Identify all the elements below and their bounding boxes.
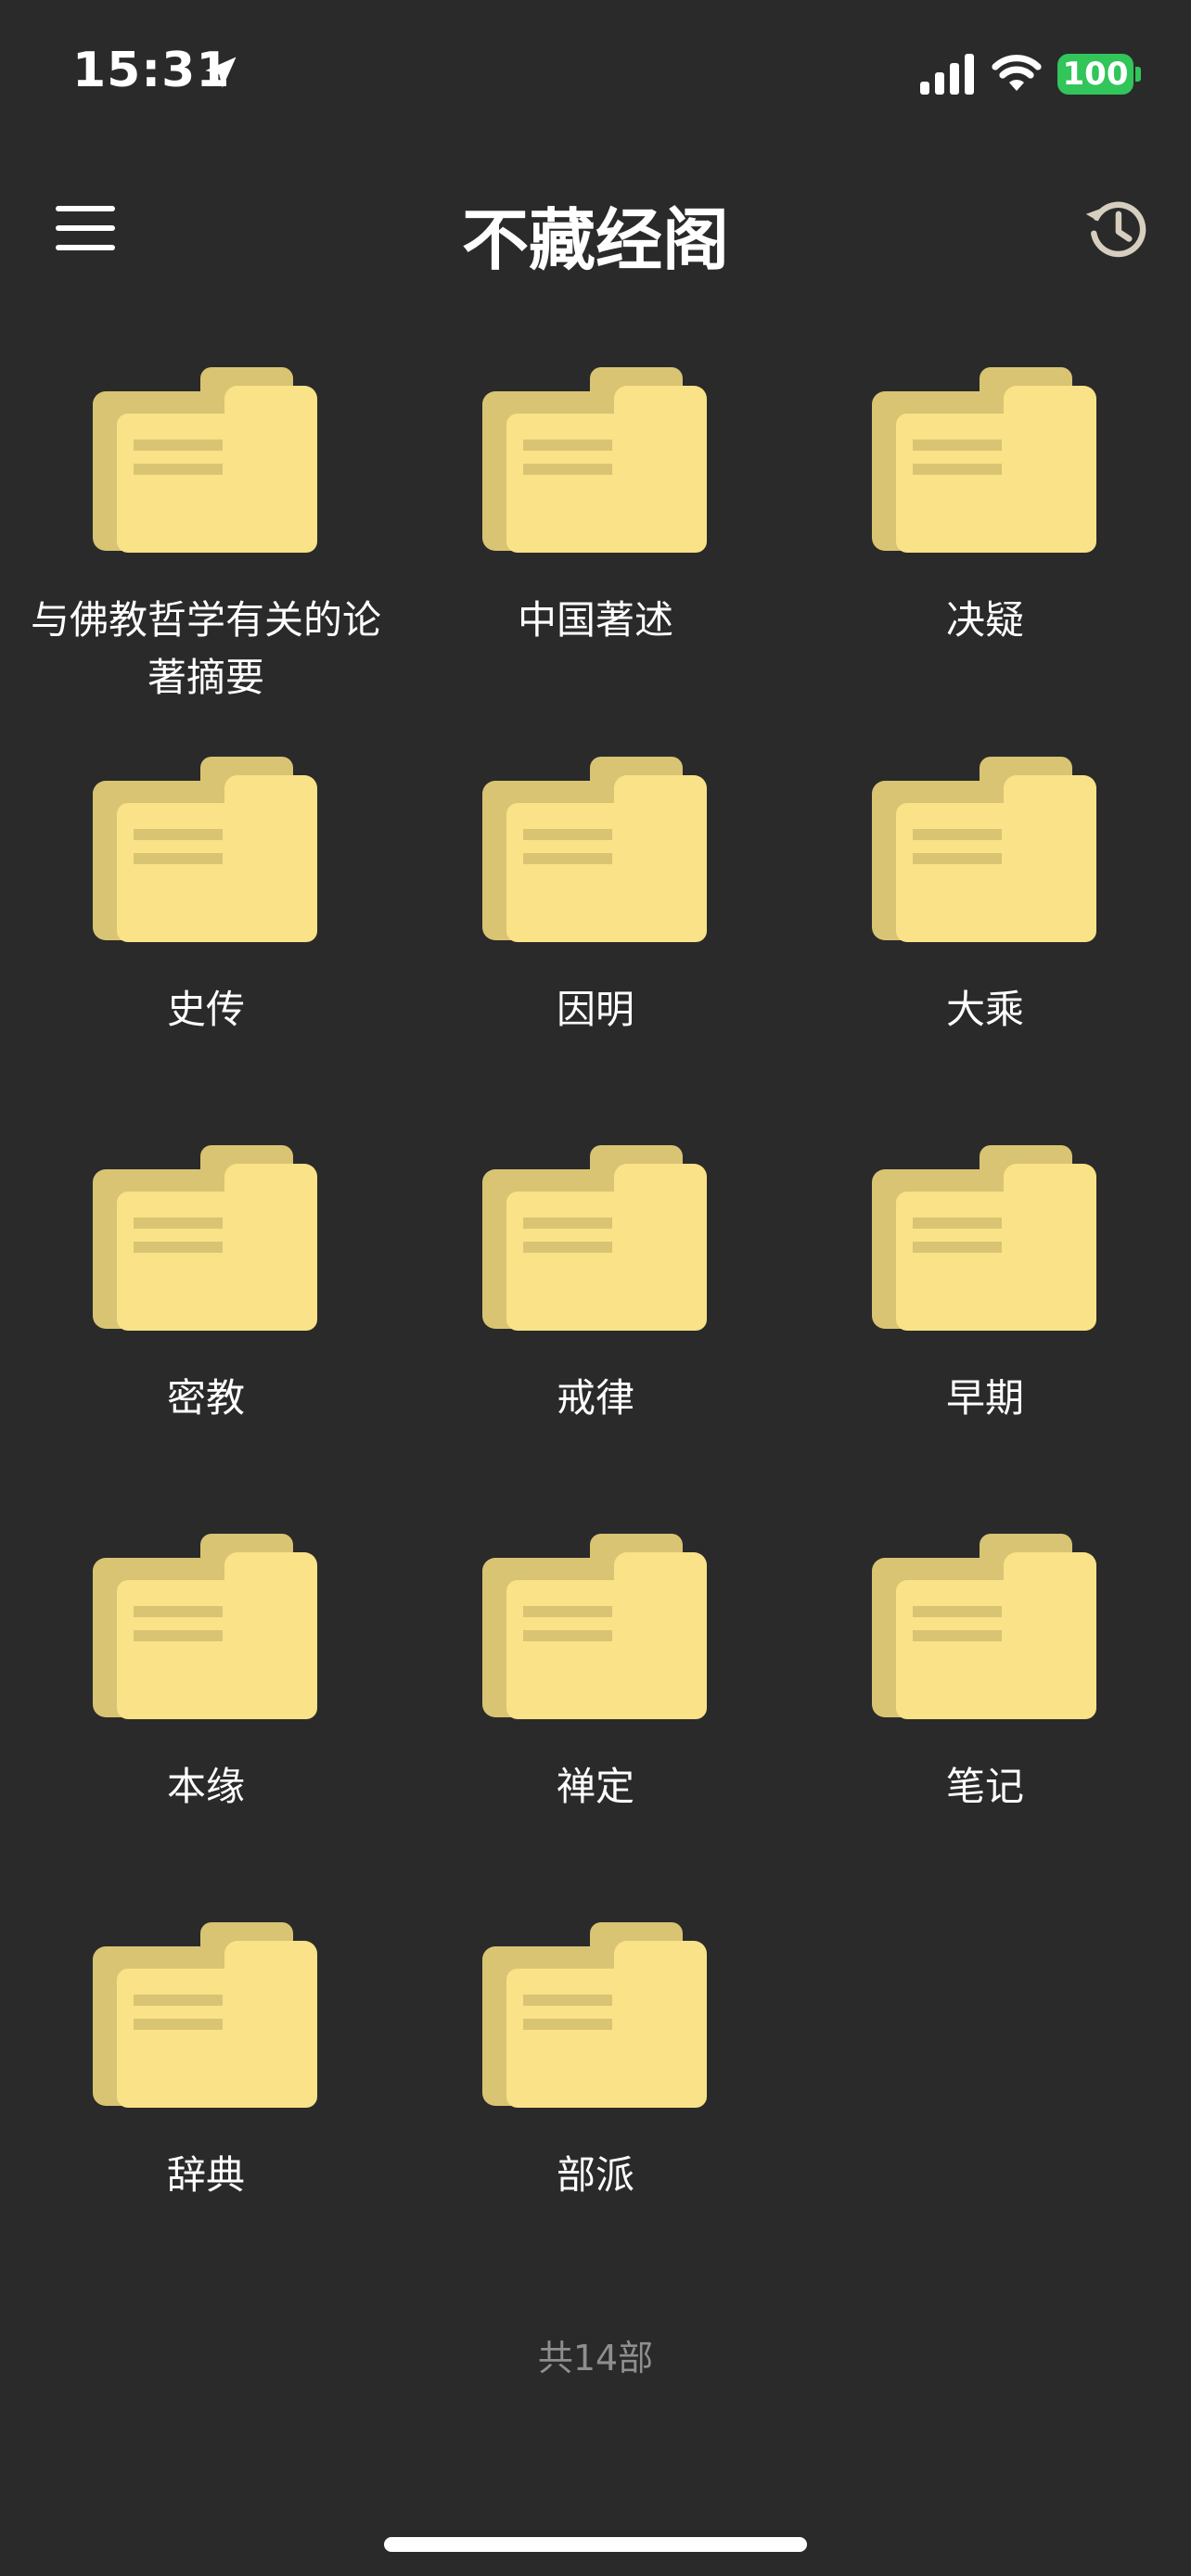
status-bar: 15:31 100 xyxy=(0,0,1191,139)
location-arrow-icon xyxy=(205,57,237,88)
folder-item[interactable]: 中国著述 xyxy=(401,365,790,649)
folder-icon xyxy=(93,367,317,553)
battery-level: 100 xyxy=(1062,56,1129,93)
folder-item[interactable]: 禅定 xyxy=(401,1532,790,1816)
folder-label: 早期 xyxy=(945,1375,1024,1421)
folder-icon xyxy=(482,1922,707,2108)
folder-icon xyxy=(93,1534,317,1719)
folder-icon xyxy=(93,1922,317,2108)
folder-item[interactable]: 因明 xyxy=(401,755,790,1039)
folder-label: 笔记 xyxy=(945,1764,1024,1809)
folder-item[interactable]: 辞典 xyxy=(11,1920,401,2204)
cellular-signal-icon xyxy=(920,54,974,95)
folder-item[interactable]: 与佛教哲学有关的论著摘要 xyxy=(11,365,401,707)
folder-label: 与佛教哲学有关的论著摘要 xyxy=(30,597,381,700)
folder-item[interactable]: 部派 xyxy=(401,1920,790,2204)
folder-count: 共14部 xyxy=(537,2338,654,2378)
folder-icon xyxy=(482,757,707,942)
folder-label: 大乘 xyxy=(945,987,1024,1032)
folder-item[interactable]: 大乘 xyxy=(790,755,1180,1039)
folder-item[interactable]: 密教 xyxy=(11,1143,401,1427)
folder-label: 决疑 xyxy=(945,597,1024,643)
battery-cap xyxy=(1135,67,1141,82)
folder-icon xyxy=(482,1534,707,1719)
home-indicator[interactable] xyxy=(384,2537,807,2552)
folder-icon xyxy=(93,1145,317,1331)
folder-label: 戒律 xyxy=(556,1375,634,1421)
page-title: 不藏经阁 xyxy=(461,200,729,279)
folder-item[interactable]: 决疑 xyxy=(790,365,1180,649)
folder-icon xyxy=(872,757,1096,942)
folder-label: 部派 xyxy=(556,2152,634,2198)
folder-label: 史传 xyxy=(166,987,245,1032)
folder-item[interactable]: 早期 xyxy=(790,1143,1180,1427)
folder-item[interactable]: 本缘 xyxy=(11,1532,401,1816)
battery-icon: 100 xyxy=(1057,54,1133,95)
history-clock-icon[interactable] xyxy=(1082,195,1152,265)
wifi-icon xyxy=(992,55,1042,91)
folder-label: 本缘 xyxy=(166,1764,245,1809)
folder-icon xyxy=(872,1534,1096,1719)
folder-icon xyxy=(482,367,707,553)
folder-icon xyxy=(872,1145,1096,1331)
folder-label: 辞典 xyxy=(166,2152,245,2198)
folder-item[interactable]: 笔记 xyxy=(790,1532,1180,1816)
folder-icon xyxy=(872,367,1096,553)
folder-icon xyxy=(93,757,317,942)
folder-item[interactable]: 戒律 xyxy=(401,1143,790,1427)
folder-icon xyxy=(482,1145,707,1331)
folder-label: 密教 xyxy=(166,1375,245,1421)
folder-item[interactable]: 史传 xyxy=(11,755,401,1039)
folder-label: 中国著述 xyxy=(517,597,673,643)
folder-label: 因明 xyxy=(556,987,634,1032)
folder-label: 禅定 xyxy=(556,1764,634,1809)
